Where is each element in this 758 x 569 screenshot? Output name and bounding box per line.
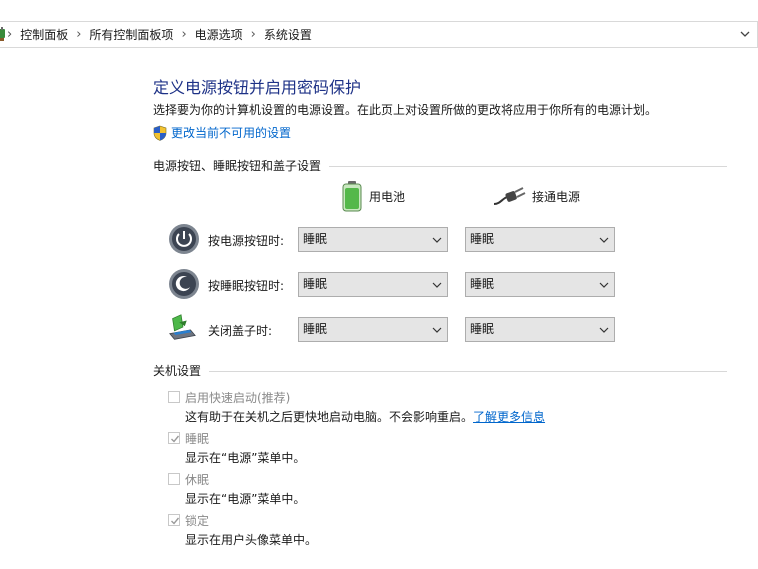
chevron-right-icon: › — [181, 27, 187, 42]
close-lid-battery-select[interactable]: 睡眠 — [298, 317, 448, 342]
chevron-down-icon[interactable] — [739, 28, 751, 40]
checkmark-icon — [171, 435, 180, 443]
section-heading: 电源按钮、睡眠按钮和盖子设置 — [153, 159, 322, 173]
row-label-power-button: 按电源按钮时: — [208, 234, 285, 248]
chevron-down-icon — [599, 327, 609, 333]
chevron-down-icon — [432, 282, 442, 288]
breadcrumb-power-options[interactable]: 电源选项 — [195, 26, 243, 43]
column-plugged: 接通电源 — [492, 185, 580, 207]
column-plugged-label: 接通电源 — [532, 189, 581, 204]
fast-startup-checkbox[interactable] — [168, 391, 180, 403]
change-settings-link-label[interactable]: 更改当前不可用的设置 — [171, 124, 291, 141]
row-label-sleep-button: 按睡眠按钮时: — [208, 279, 285, 293]
divider — [329, 165, 727, 167]
chevron-right-icon: › — [76, 27, 82, 42]
page-description: 选择要为你的计算机设置的电源设置。在此页上对设置所做的更改将应用于你所有的电源计… — [153, 103, 658, 117]
lock-option-desc: 显示在用户头像菜单中。 — [185, 533, 318, 547]
fast-startup-desc-text: 这有助于在关机之后更快地启动电脑。不会影响重启。 — [185, 410, 474, 424]
sleep-option-label: 睡眠 — [185, 432, 210, 446]
breadcrumb-control-panel[interactable]: 控制面板 — [20, 26, 68, 43]
sleep-option-desc: 显示在“电源”菜单中。 — [185, 451, 306, 465]
close-lid-plugged-select[interactable]: 睡眠 — [465, 317, 615, 342]
column-battery: 用电池 — [341, 180, 405, 212]
shutdown-settings-section: 关机设置 — [153, 362, 727, 379]
change-settings-link[interactable]: 更改当前不可用的设置 — [153, 124, 291, 141]
hibernate-option-desc: 显示在“电源”菜单中。 — [185, 492, 306, 506]
laptop-lid-icon — [169, 314, 196, 340]
breadcrumb-all-items[interactable]: 所有控制面板项 — [89, 26, 173, 43]
fast-startup-desc: 这有助于在关机之后更快地启动电脑。不会影响重启。了解更多信息 — [185, 408, 545, 425]
breadcrumb-system-settings[interactable]: 系统设置 — [264, 26, 312, 43]
sleep-button-icon — [169, 269, 199, 299]
chevron-right-icon: › — [250, 27, 256, 42]
learn-more-link[interactable]: 了解更多信息 — [473, 410, 545, 424]
battery-icon — [342, 181, 362, 212]
power-plug-icon — [493, 187, 526, 205]
uac-shield-icon — [153, 125, 167, 141]
chevron-down-icon — [432, 237, 442, 243]
chevron-down-icon — [599, 237, 609, 243]
page-title: 定义电源按钮并启用密码保护 — [153, 78, 362, 97]
divider — [209, 370, 727, 372]
power-button-battery-select[interactable]: 睡眠 — [298, 227, 448, 252]
fast-startup-label: 启用快速启动(推荐) — [185, 391, 291, 405]
select-value: 睡眠 — [470, 277, 495, 291]
column-battery-label: 用电池 — [369, 189, 406, 204]
breadcrumb: › 控制面板 › 所有控制面板项 › 电源选项 › 系统设置 — [0, 22, 312, 47]
select-value: 睡眠 — [303, 232, 328, 246]
chevron-down-icon — [432, 327, 442, 333]
chevron-right-icon: › — [7, 27, 13, 42]
power-buttons-section: 电源按钮、睡眠按钮和盖子设置 — [153, 157, 727, 174]
lock-checkbox[interactable] — [168, 514, 180, 526]
sleep-checkbox[interactable] — [168, 432, 180, 444]
address-bar[interactable]: › 控制面板 › 所有控制面板项 › 电源选项 › 系统设置 — [0, 21, 758, 48]
select-value: 睡眠 — [470, 232, 495, 246]
power-button-icon — [169, 224, 199, 254]
hibernate-option-label: 休眠 — [185, 473, 210, 487]
row-label-close-lid: 关闭盖子时: — [208, 324, 273, 338]
checkmark-icon — [171, 517, 180, 525]
sleep-button-battery-select[interactable]: 睡眠 — [298, 272, 448, 297]
select-value: 睡眠 — [303, 322, 328, 336]
section-heading: 关机设置 — [153, 364, 202, 378]
power-button-plugged-select[interactable]: 睡眠 — [465, 227, 615, 252]
lock-option-label: 锁定 — [185, 514, 210, 528]
hibernate-checkbox[interactable] — [168, 473, 180, 485]
select-value: 睡眠 — [470, 322, 495, 336]
select-value: 睡眠 — [303, 277, 328, 291]
chevron-down-icon — [599, 282, 609, 288]
sleep-button-plugged-select[interactable]: 睡眠 — [465, 272, 615, 297]
